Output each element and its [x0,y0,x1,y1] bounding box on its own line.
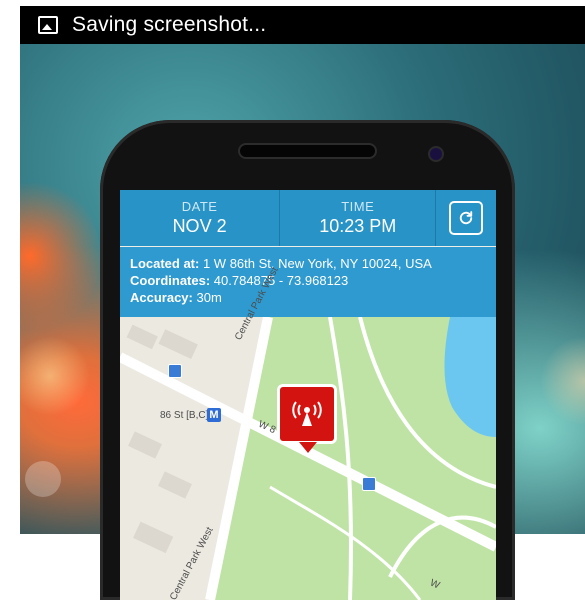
datetime-header: DATE NOV 2 TIME 10:23 PM [120,190,496,246]
time-label: TIME [341,199,375,214]
bokeh-light [20,176,100,336]
marker-pointer [299,442,317,453]
status-bar: Saving screenshot... [20,6,585,44]
location-info-panel: Located at: 1 W 86th St. New York, NY 10… [120,247,496,317]
phone-frame: DATE NOV 2 TIME 10:23 PM Located at: 1 W [100,120,515,600]
refresh-icon [459,211,473,225]
status-text: Saving screenshot... [72,13,267,36]
refresh-button[interactable] [449,201,484,235]
coordinates-label: Coordinates: [130,273,211,288]
app-screen: DATE NOV 2 TIME 10:23 PM Located at: 1 W [120,190,496,600]
location-value: 1 W 86th St. New York, NY 10024, USA [202,256,432,271]
subway-station-label: 86 St [B,C] [160,410,209,421]
date-value: NOV 2 [172,216,227,236]
refresh-button-wrap [436,190,496,246]
location-marker[interactable] [277,384,337,444]
poi-bus-icon[interactable] [362,477,376,491]
location-label: Located at: [130,256,200,271]
bokeh-light [540,336,585,426]
date-cell: DATE NOV 2 [120,190,281,246]
accuracy-row: Accuracy: 30m [130,289,496,306]
time-value: 10:23 PM [319,216,397,236]
bokeh-light [25,461,61,497]
accuracy-value: 30m [196,290,222,305]
bokeh-light [20,336,90,416]
date-label: DATE [181,199,218,214]
coordinates-row: Coordinates: 40.784875 - 73.968123 [130,272,496,289]
antenna-icon [292,401,322,426]
phone-camera [430,148,442,160]
coordinates-value: 40.784875 - 73.968123 [213,273,349,288]
phone-speaker [240,145,375,157]
time-cell: TIME 10:23 PM [280,190,437,246]
accuracy-label: Accuracy: [130,290,193,305]
map-roads [120,317,496,600]
map-view[interactable]: 86 St [B,C] M Central Park West Central … [120,266,496,600]
poi-bus-icon[interactable] [168,364,182,378]
subway-icon[interactable]: M [207,408,221,422]
location-row: Located at: 1 W 86th St. New York, NY 10… [130,255,496,272]
image-icon [38,16,58,34]
